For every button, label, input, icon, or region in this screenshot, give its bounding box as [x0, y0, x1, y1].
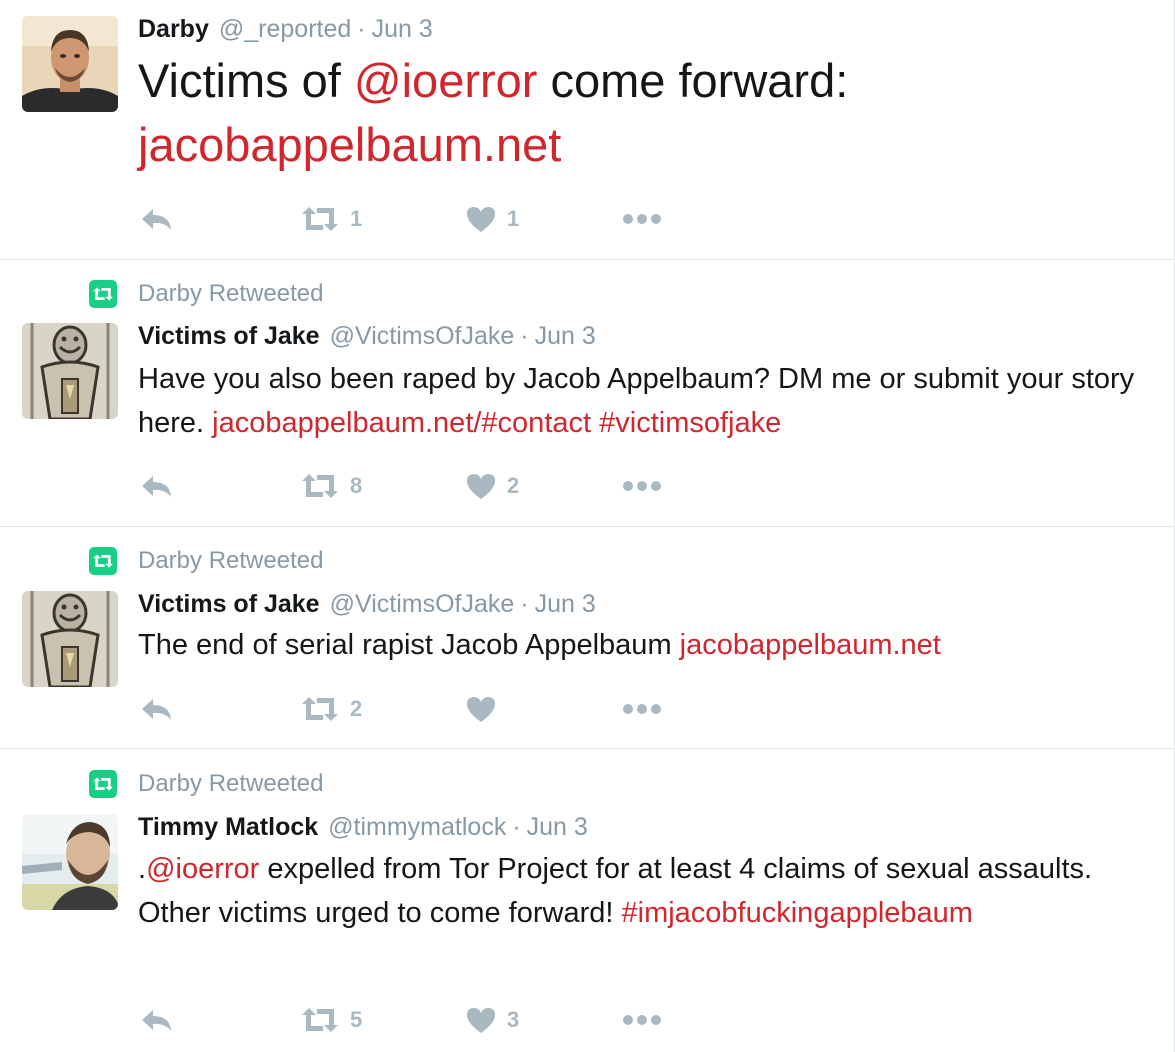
avatar[interactable] — [22, 16, 118, 112]
more-button[interactable] — [622, 1003, 662, 1037]
mention-link[interactable]: @ioerror — [354, 54, 538, 107]
more-button[interactable] — [622, 692, 662, 726]
separator: · — [512, 813, 521, 841]
reply-button[interactable] — [140, 469, 174, 503]
retweet-icon — [302, 474, 338, 498]
tweet-header: Victims of Jake @VictimsOfJake · Jun 3 — [138, 590, 596, 619]
avatar[interactable] — [22, 591, 118, 687]
retweet-icon — [302, 1008, 338, 1032]
more-icon — [623, 704, 661, 714]
hashtag-link[interactable]: #imjacobfuckingapplebaum — [622, 897, 973, 929]
separator: · — [520, 322, 529, 350]
reply-button[interactable] — [140, 202, 174, 236]
tweet-text: Have you also been raped by Jacob Appelb… — [138, 357, 1148, 445]
hashtag-link[interactable]: #victimsofjake — [599, 407, 781, 439]
heart-icon — [467, 1008, 495, 1033]
retweet-badge-icon — [89, 547, 117, 575]
timestamp[interactable]: Jun 3 — [527, 813, 588, 842]
more-icon — [623, 1015, 661, 1025]
mention-link[interactable]: @ioerror — [146, 853, 259, 885]
text-span: Victims of — [138, 54, 354, 107]
tweet-header: Victims of Jake @VictimsOfJake · Jun 3 — [138, 322, 596, 351]
like-button[interactable]: 1 — [465, 202, 519, 236]
retweet-icon — [302, 697, 338, 721]
retweet-context: Darby Retweeted — [89, 770, 323, 798]
url-link[interactable]: jacobappelbaum.net/#contact — [212, 407, 591, 439]
text-span: . — [138, 853, 147, 885]
retweet-button[interactable]: 2 — [300, 692, 362, 726]
tweet[interactable]: Darby Retweeted Victims of Jake @Victims… — [0, 527, 1175, 749]
retweet-button[interactable]: 5 — [300, 1003, 362, 1037]
timestamp[interactable]: Jun 3 — [535, 322, 596, 351]
retweet-count: 1 — [350, 206, 363, 231]
author-name[interactable]: Darby — [138, 15, 209, 44]
tweet-text: The end of serial rapist Jacob Appelbaum… — [138, 623, 1148, 667]
text-span: The end of serial rapist Jacob Appelbaum — [138, 629, 680, 661]
separator: · — [357, 15, 366, 43]
author-handle[interactable]: @VictimsOfJake — [330, 322, 515, 351]
retweeted-by-label[interactable]: Darby Retweeted — [138, 547, 323, 575]
tweet[interactable]: Darby @_reported · Jun 3 Victims of @ioe… — [0, 0, 1175, 260]
timeline: Darby @_reported · Jun 3 Victims of @ioe… — [0, 0, 1175, 1052]
heart-icon — [467, 474, 495, 499]
tweet-text: .@ioerror expelled from Tor Project for … — [138, 847, 1148, 935]
heart-icon — [467, 207, 495, 232]
like-count: 1 — [507, 206, 520, 231]
like-button[interactable]: 2 — [465, 469, 519, 503]
retweet-icon — [302, 207, 338, 231]
reply-icon — [142, 699, 171, 720]
retweet-count: 8 — [350, 473, 363, 498]
retweet-count: 2 — [350, 696, 363, 721]
like-button[interactable] — [465, 692, 507, 726]
author-handle[interactable]: @timmymatlock — [328, 813, 506, 842]
avatar[interactable] — [22, 323, 118, 419]
more-icon — [623, 214, 661, 224]
tweet[interactable]: Darby Retweeted Timmy Matlock @timmymatl… — [0, 749, 1175, 1052]
reply-button[interactable] — [140, 692, 174, 726]
author-handle[interactable]: @_reported — [219, 15, 351, 44]
more-button[interactable] — [622, 469, 662, 503]
tweet-header: Timmy Matlock @timmymatlock · Jun 3 — [138, 813, 588, 842]
reply-icon — [142, 1010, 171, 1031]
retweeted-by-label[interactable]: Darby Retweeted — [138, 280, 323, 308]
text-span: come forward: — [537, 54, 849, 107]
text-span — [591, 407, 599, 439]
url-link[interactable]: jacobappelbaum.net — [138, 118, 561, 171]
tweet[interactable]: Darby Retweeted Victims of Jake @Victims… — [0, 260, 1175, 527]
author-handle[interactable]: @VictimsOfJake — [330, 590, 515, 619]
retweet-button[interactable]: 8 — [300, 469, 362, 503]
tweet-text: Victims of @ioerror come forward: jacoba… — [138, 49, 1148, 177]
url-link[interactable]: jacobappelbaum.net — [680, 629, 941, 661]
retweet-badge-icon — [89, 770, 117, 798]
more-button[interactable] — [622, 202, 662, 236]
more-icon — [623, 481, 661, 491]
heart-icon — [467, 697, 495, 722]
like-count: 3 — [507, 1007, 520, 1032]
like-count: 2 — [507, 473, 520, 498]
avatar[interactable] — [22, 814, 118, 910]
like-button[interactable]: 3 — [465, 1003, 519, 1037]
author-name[interactable]: Victims of Jake — [138, 590, 320, 619]
retweet-context: Darby Retweeted — [89, 547, 323, 575]
retweeted-by-label[interactable]: Darby Retweeted — [138, 770, 323, 798]
separator: · — [520, 590, 529, 618]
retweet-context: Darby Retweeted — [89, 280, 323, 308]
timestamp[interactable]: Jun 3 — [372, 15, 433, 44]
timestamp[interactable]: Jun 3 — [535, 590, 596, 619]
retweet-button[interactable]: 1 — [300, 202, 362, 236]
retweet-count: 5 — [350, 1007, 363, 1032]
retweet-badge-icon — [89, 280, 117, 308]
author-name[interactable]: Victims of Jake — [138, 322, 320, 351]
reply-button[interactable] — [140, 1003, 174, 1037]
author-name[interactable]: Timmy Matlock — [138, 813, 318, 842]
reply-icon — [142, 476, 171, 497]
reply-icon — [142, 209, 171, 230]
tweet-header: Darby @_reported · Jun 3 — [138, 15, 433, 44]
